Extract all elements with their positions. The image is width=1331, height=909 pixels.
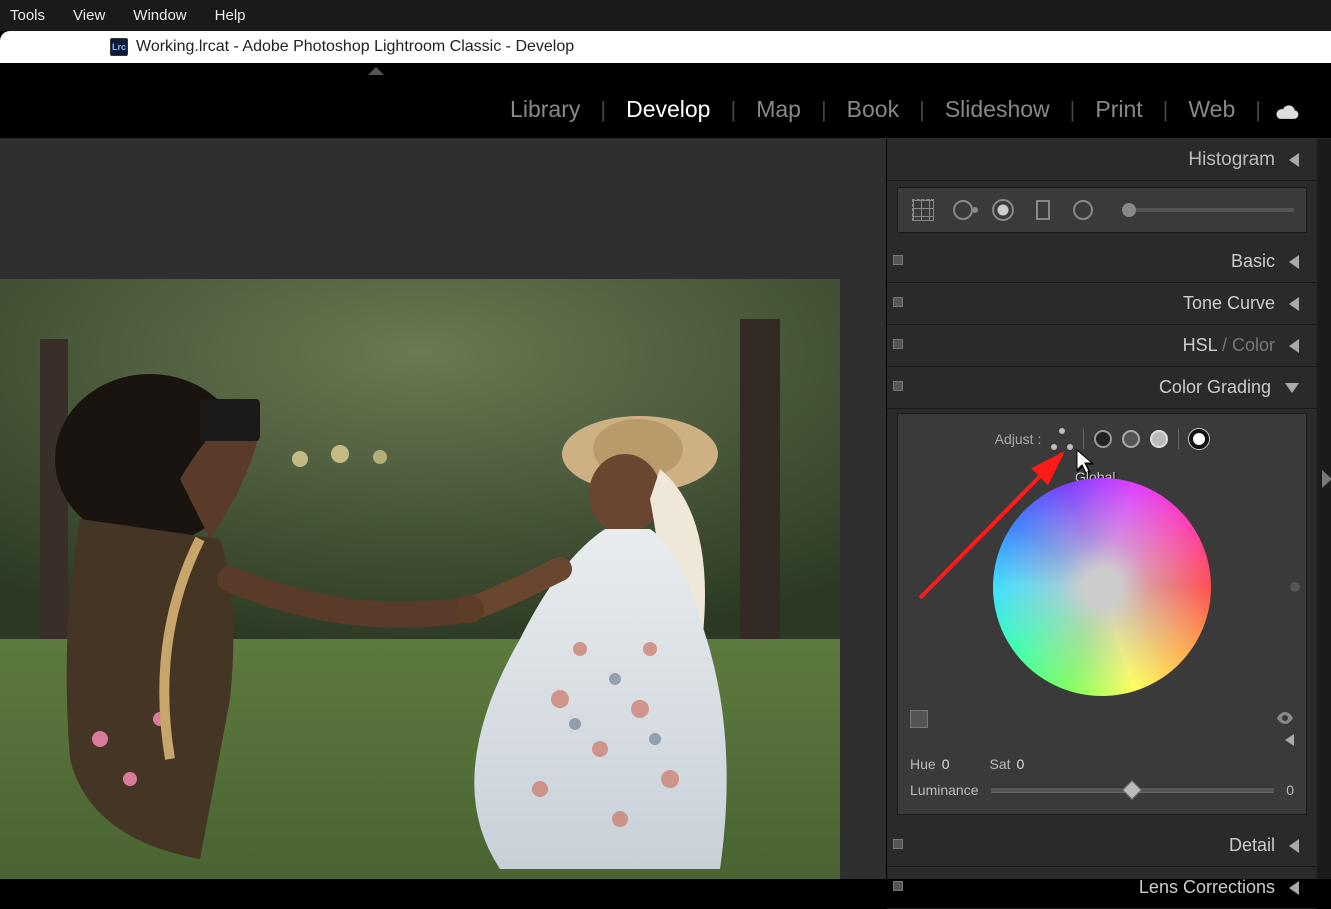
separator [1083, 429, 1084, 449]
global-wheel-icon[interactable] [1189, 429, 1209, 449]
panel-histogram-label: Histogram [1188, 149, 1275, 171]
panel-toggle-switch[interactable] [893, 381, 903, 391]
color-grading-panel: Adjust : [897, 413, 1307, 815]
separator [1178, 429, 1179, 449]
luminance-label: Luminance [910, 782, 979, 798]
expand-icon [1285, 383, 1299, 393]
luminance-slider-thumb[interactable] [1122, 780, 1142, 800]
module-print[interactable]: Print [1075, 96, 1162, 123]
cloud-sync-icon[interactable] [1273, 101, 1301, 119]
panel-color-label[interactable]: Color [1232, 335, 1275, 355]
top-collapse-strip [0, 63, 1331, 81]
hue-value[interactable]: 0 [942, 756, 950, 772]
module-book[interactable]: Book [827, 96, 919, 123]
radial-filter-icon[interactable] [1070, 197, 1096, 223]
module-map[interactable]: Map [736, 96, 821, 123]
collapse-icon [1289, 881, 1299, 895]
spot-removal-icon[interactable] [950, 197, 976, 223]
luminance-slider[interactable] [991, 787, 1275, 793]
panel-tonecurve-label: Tone Curve [1183, 293, 1275, 314]
preview-eye-icon[interactable] [1276, 711, 1294, 727]
panel-lens-label: Lens Corrections [1139, 877, 1275, 898]
global-color-wheel[interactable] [993, 478, 1211, 696]
color-wheel-container [910, 478, 1294, 696]
redeye-tool-icon[interactable] [990, 197, 1016, 223]
collapse-icon [1289, 339, 1299, 353]
module-develop[interactable]: Develop [606, 96, 730, 123]
panel-toggle-switch[interactable] [893, 255, 903, 265]
menu-window[interactable]: Window [133, 7, 186, 24]
panel-toggle-switch[interactable] [893, 297, 903, 307]
three-way-view-icon[interactable] [1051, 428, 1073, 450]
color-grading-controls: Hue 0 Sat 0 Luminance 0 [910, 710, 1294, 798]
panel-histogram-header[interactable]: Histogram [887, 139, 1317, 181]
panel-hsl-label[interactable]: HSL [1183, 335, 1217, 355]
color-grading-adjust-row: Adjust : [910, 428, 1294, 450]
collapse-icon [1289, 839, 1299, 853]
expand-top-panel-icon[interactable] [368, 67, 384, 75]
collapse-icon [1289, 255, 1299, 269]
midtones-wheel-icon[interactable] [1122, 430, 1140, 448]
panel-colorgrading-header[interactable]: Color Grading [887, 367, 1317, 409]
hue-rotation-handle[interactable] [1290, 582, 1300, 592]
app-icon: Lrc [110, 38, 128, 56]
main-area: Histogram Basic Tone Curve [0, 139, 1331, 879]
panel-basic-header[interactable]: Basic [887, 241, 1317, 283]
slider-thumb[interactable] [1122, 203, 1136, 217]
crop-tool-icon[interactable] [910, 197, 936, 223]
adjust-label: Adjust : [995, 431, 1042, 447]
panel-lens-header[interactable]: Lens Corrections [887, 867, 1317, 909]
photo-preview [0, 279, 840, 879]
panel-hsl-header[interactable]: HSL / Color [887, 325, 1317, 367]
collapse-hue-sat-icon[interactable] [1285, 734, 1294, 746]
panel-toggle-switch[interactable] [893, 881, 903, 891]
graduated-filter-icon[interactable] [1030, 197, 1056, 223]
highlights-wheel-icon[interactable] [1150, 430, 1168, 448]
sat-value[interactable]: 0 [1017, 756, 1025, 772]
color-swatch[interactable] [910, 710, 928, 728]
hue-label: Hue [910, 756, 936, 772]
local-adjust-toolstrip [897, 187, 1307, 233]
expand-right-panel-icon[interactable] [1322, 470, 1331, 488]
hsl-separator: / [1217, 335, 1232, 355]
separator: | [1255, 97, 1261, 123]
menu-view[interactable]: View [73, 7, 105, 24]
shadows-wheel-icon[interactable] [1094, 430, 1112, 448]
module-web[interactable]: Web [1168, 96, 1255, 123]
panel-colorgrading-label: Color Grading [1159, 377, 1271, 398]
menu-tools[interactable]: Tools [10, 7, 45, 24]
right-panel-column: Histogram Basic Tone Curve [886, 139, 1331, 879]
os-menubar: Tools View Window Help [0, 0, 1331, 31]
luminance-value[interactable]: 0 [1286, 782, 1294, 798]
menu-help[interactable]: Help [215, 7, 246, 24]
collapse-icon [1289, 297, 1299, 311]
panel-detail-label: Detail [1229, 835, 1275, 856]
mask-amount-slider[interactable] [1122, 208, 1294, 212]
module-library[interactable]: Library [490, 96, 600, 123]
sat-label: Sat [989, 756, 1010, 772]
panel-toggle-switch[interactable] [893, 339, 903, 349]
panel-basic-label: Basic [1231, 251, 1275, 272]
window-titlebar: Lrc Working.lrcat - Adobe Photoshop Ligh… [0, 31, 1331, 63]
collapse-icon [1289, 153, 1299, 167]
module-slideshow[interactable]: Slideshow [925, 96, 1070, 123]
panel-detail-header[interactable]: Detail [887, 825, 1317, 867]
window-title-text: Working.lrcat - Adobe Photoshop Lightroo… [136, 38, 574, 56]
color-wheel-handle[interactable] [1094, 579, 1110, 595]
panel-tonecurve-header[interactable]: Tone Curve [887, 283, 1317, 325]
panel-toggle-switch[interactable] [893, 839, 903, 849]
image-viewer[interactable] [0, 139, 886, 879]
module-picker: Library | Develop | Map | Book | Slidesh… [0, 81, 1331, 139]
